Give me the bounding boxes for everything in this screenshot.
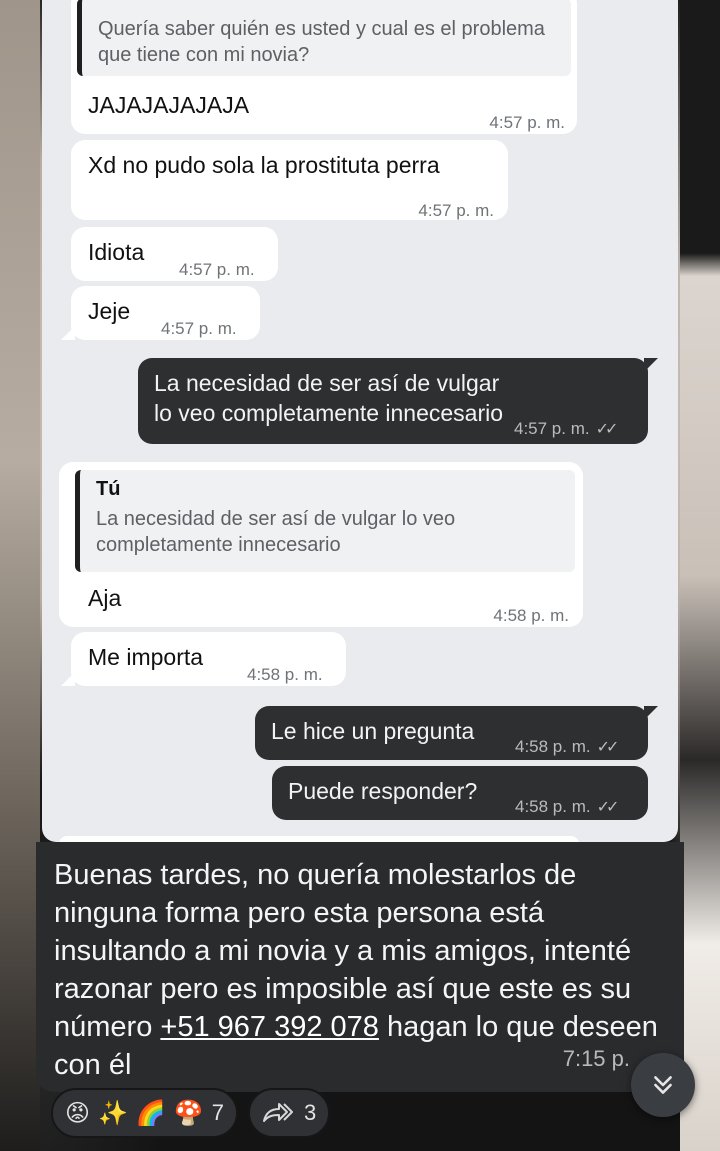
message-bubble: Quería saber quién es usted y cual es el… [71, 0, 577, 134]
message-time: 4:58 p. m. [493, 606, 569, 625]
message-time: 4:57 p. m. [489, 113, 565, 132]
message-text: JAJAJAJAJAJA [88, 92, 250, 118]
reactions-bar: 😡 ✨ 🌈 🍄 7 3 [51, 1088, 331, 1138]
message-bubble: Me importa 4:58 p. m. [61, 632, 346, 686]
reaction-count: 7 [211, 1100, 224, 1125]
double-check-icon: ✓✓ [596, 799, 620, 816]
message-bubble: Jeje 4:57 p. m. [61, 286, 260, 340]
message-time: 4:57 p. m. [161, 319, 237, 338]
mushroom-icon: 🍄 [173, 1099, 204, 1127]
post-time: 7:15 p. [562, 1046, 630, 1071]
message-bubble: Tú La necesidad de ser así de vulgar lo … [59, 462, 583, 627]
double-check-icon: ✓✓ [596, 739, 620, 756]
message-bubble-outgoing: Puede responder? 4:58 p. m. ✓✓ [272, 766, 648, 820]
message-bubble: Idiota 4:57 p. m. [71, 227, 278, 281]
wallpaper-left-edge [0, 0, 40, 1151]
rainbow-icon: 🌈 [135, 1099, 166, 1127]
message-text: Le hice un pregunta [271, 718, 475, 744]
message-time: 4:57 p. m. ✓✓ [514, 414, 619, 445]
double-check-icon: ✓✓ [595, 421, 619, 438]
scroll-down-button[interactable] [631, 1053, 695, 1117]
message-time: 4:58 p. m. ✓✓ [515, 732, 620, 763]
share-count: 3 [303, 1100, 317, 1125]
forward-icon [262, 1103, 293, 1122]
message-time-text: 4:58 p. m. [515, 797, 591, 816]
message-text: La necesidad de ser así de vulgar lo veo… [154, 370, 504, 426]
message-time-text: 4:58 p. m. [515, 737, 591, 756]
message-bubble-outgoing: La necesidad de ser así de vulgar lo veo… [138, 358, 658, 445]
message-time: 4:57 p. m. [179, 260, 255, 279]
message-time-text: 4:57 p. m. [514, 419, 590, 438]
message-text: Xd no pudo sola la prostituta perra [88, 152, 440, 178]
chevrons-down-icon [654, 1076, 672, 1094]
wallpaper-right-edge [680, 0, 720, 1151]
screenshot-image[interactable]: Quería saber quién es usted y cual es el… [42, 0, 678, 842]
message-text: Idiota [88, 239, 145, 265]
reaction-button[interactable]: 😡 ✨ 🌈 🍄 7 [51, 1088, 238, 1138]
message-time: 4:57 p. m. [418, 201, 494, 220]
message-text: Puede responder? [288, 778, 478, 804]
quote-text: La necesidad de ser así de vulgar lo veo… [96, 508, 456, 556]
share-button[interactable]: 3 [247, 1088, 331, 1138]
reply-quote: Quería saber quién es usted y cual es el… [77, 0, 571, 76]
message-text: Jeje [88, 298, 131, 324]
message-time: 4:58 p. m. ✓✓ [515, 792, 620, 823]
phone-number-link[interactable]: +51 967 392 078 [160, 1011, 379, 1043]
quote-author: Tú [96, 478, 121, 500]
message-bubble-outgoing: Le hice un pregunta 4:58 p. m. ✓✓ [255, 706, 658, 763]
message-text: Aja [88, 585, 122, 611]
message-bubble: Xd no pudo sola la prostituta perra 4:57… [71, 140, 508, 220]
message-time: 4:58 p. m. [247, 665, 323, 684]
reply-quote: Tú La necesidad de ser así de vulgar lo … [75, 470, 575, 572]
post-caption: Buenas tardes, no quería molestarlos de … [36, 842, 684, 1092]
message-text: Me importa [88, 644, 204, 670]
quote-text: Quería saber quién es usted y cual es el… [98, 18, 545, 66]
angry-face-icon: 😡 [65, 1099, 91, 1127]
sparkles-icon: ✨ [98, 1099, 128, 1127]
